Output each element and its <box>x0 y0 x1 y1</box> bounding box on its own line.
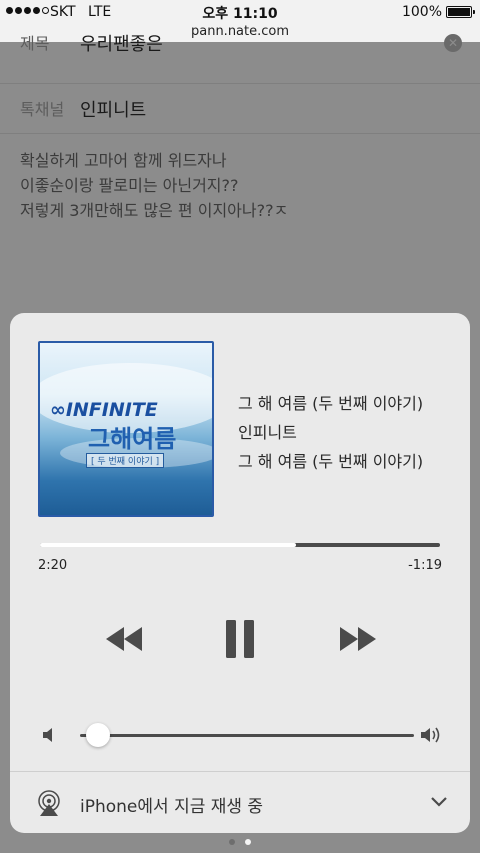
pause-button[interactable] <box>208 619 272 659</box>
status-bar: SKT LTE 오후 11:10 100% <box>0 0 480 24</box>
remaining-time: -1:19 <box>408 558 442 573</box>
artwork-subtitle: [ 두 번째 이야기 ] <box>86 453 165 468</box>
album-artwork[interactable]: ∞INFINITE 그해여름 [ 두 번째 이야기 ] <box>38 341 214 517</box>
title-row: 제목 우리팬좋은 ✕ <box>0 32 480 84</box>
volume-slider[interactable] <box>80 723 414 747</box>
volume-min-icon <box>43 728 52 742</box>
channel-value[interactable]: 인피니트 <box>80 96 146 122</box>
clear-icon[interactable]: ✕ <box>444 34 462 52</box>
page-indicator[interactable] <box>0 839 480 845</box>
pause-icon <box>226 620 254 658</box>
airplay-output-selector[interactable]: iPhone에서 지금 재생 중 <box>10 771 470 833</box>
airplay-icon <box>38 790 60 816</box>
artwork-logo: ∞INFINITE <box>50 399 158 421</box>
airplay-label: iPhone에서 지금 재생 중 <box>80 797 264 817</box>
comment-line: 이좋순이랑 팔로미는 아닌거지?? <box>20 176 239 195</box>
title-label: 제목 <box>20 34 50 53</box>
artwork-title: 그해여름 <box>88 425 177 453</box>
elapsed-time: 2:20 <box>38 558 68 573</box>
title-input[interactable]: 우리팬좋은 <box>80 30 163 56</box>
battery-icon <box>446 6 475 18</box>
now-playing-card: ∞INFINITE 그해여름 [ 두 번째 이야기 ] 그 해 여름 (두 번째… <box>10 313 470 833</box>
battery-percentage: 100% <box>401 4 442 20</box>
rewind-button[interactable] <box>94 619 154 659</box>
fast-forward-icon <box>340 627 376 651</box>
channel-row: 톡채널 인피니트 <box>0 82 480 134</box>
comment-line: 확실하게 고마어 함께 위드자나 <box>20 151 227 170</box>
track-info: 그 해 여름 (두 번째 이야기) 인피니트 그 해 여름 (두 번째 이야기) <box>238 389 458 476</box>
playback-progress-bar[interactable] <box>40 543 440 547</box>
page-dot-active[interactable] <box>245 839 251 845</box>
comment-text[interactable]: 확실하게 고마어 함께 위드자나 이좋순이랑 팔로미는 아닌거지?? 저렇게 3… <box>20 148 288 223</box>
page-dot[interactable] <box>229 839 235 845</box>
song-title: 그 해 여름 (두 번째 이야기) <box>238 394 424 413</box>
fast-forward-button[interactable] <box>328 619 388 659</box>
channel-label: 톡채널 <box>20 100 65 119</box>
album-name: 그 해 여름 (두 번째 이야기) <box>238 452 424 471</box>
comment-line: 저렇게 3개만해도 많은 편 이지아나??ㅈ <box>20 201 289 220</box>
progress-fill <box>40 543 296 547</box>
artist-name: 인피니트 <box>238 423 297 442</box>
volume-slider-thumb[interactable] <box>86 723 111 747</box>
chevron-down-icon[interactable] <box>430 796 448 808</box>
volume-max-icon <box>421 727 440 743</box>
rewind-icon <box>106 627 142 651</box>
